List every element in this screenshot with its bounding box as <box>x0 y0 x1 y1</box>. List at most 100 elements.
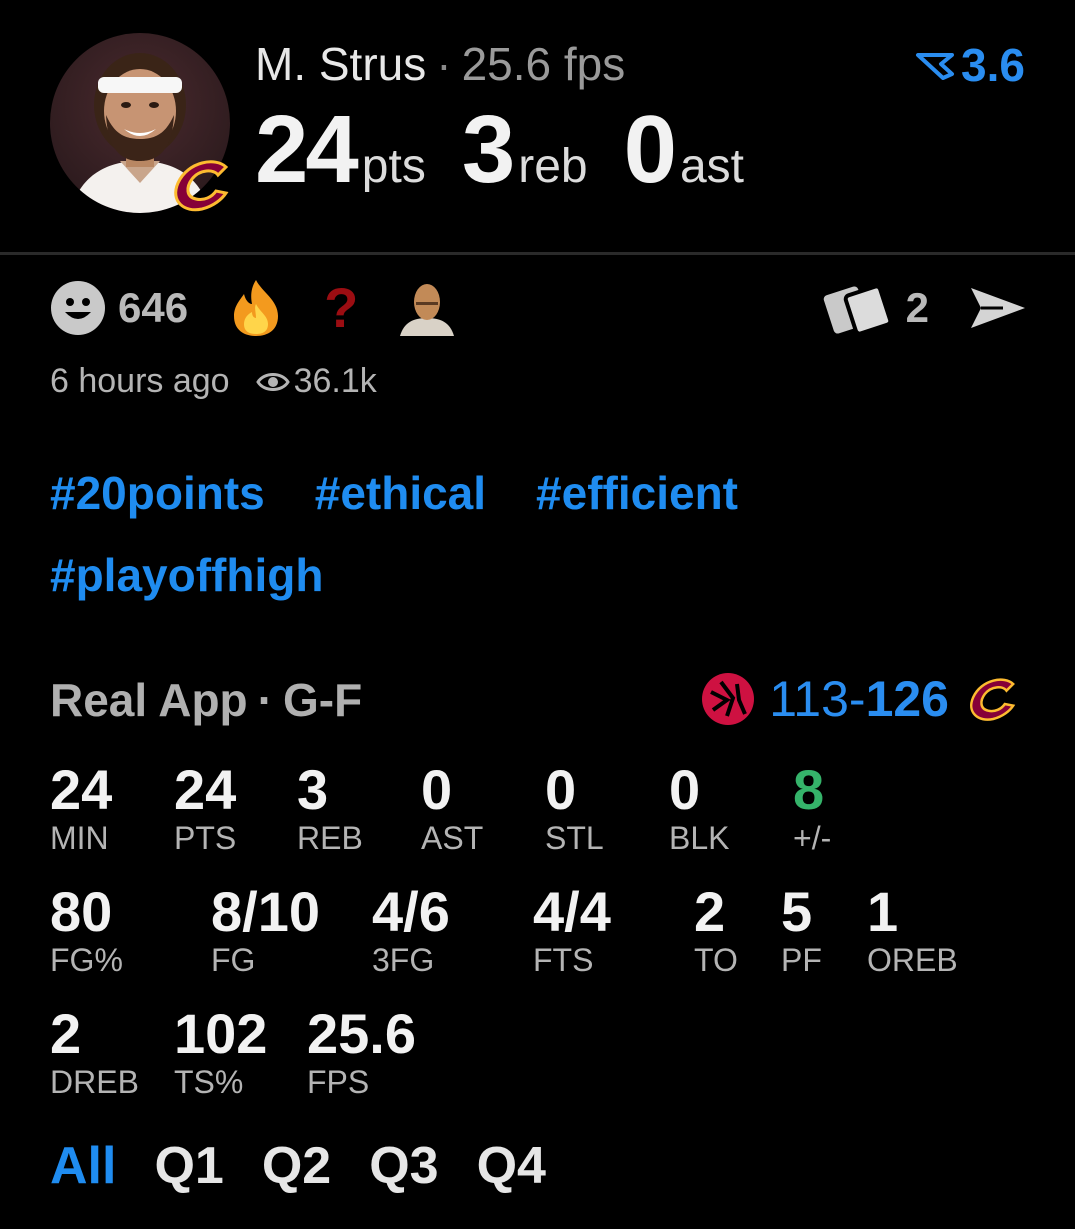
hashtag-link[interactable]: #20points <box>50 468 265 518</box>
stat-label: FTS <box>533 942 594 978</box>
stat-label: REB <box>297 820 363 856</box>
question-mark-icon[interactable]: ? <box>324 280 358 336</box>
stat-label: OREB <box>867 942 958 978</box>
stat-value: 24 <box>174 758 237 821</box>
repost-count: 2 <box>905 284 929 331</box>
eye-icon <box>255 372 290 391</box>
rank-indicator[interactable]: 3.6 <box>915 40 1025 90</box>
period-tabs: All Q1 Q2 Q3 Q4 <box>50 1136 546 1196</box>
headline-rebounds-unit: reb <box>518 140 588 193</box>
tab-all[interactable]: All <box>50 1136 116 1196</box>
headline-assists-value: 0 <box>623 96 677 203</box>
game-score[interactable]: 113-126 <box>697 670 1025 728</box>
stat-label: 3FG <box>372 942 435 978</box>
headline-points-unit: pts <box>361 140 426 193</box>
view-count: 36.1k <box>255 362 377 401</box>
stat-label: FG <box>211 942 256 978</box>
player-name[interactable]: M. Strus <box>255 38 426 90</box>
stat-value: 1 <box>867 880 899 943</box>
score-team: 126 <box>865 671 949 727</box>
header-divider <box>0 252 1075 255</box>
stat-ts-pct: 102 TS% <box>174 1002 268 1101</box>
player-fps: 25.6 fps <box>461 38 626 90</box>
stat-label: PF <box>781 942 822 978</box>
tab-q4[interactable]: Q4 <box>477 1136 546 1196</box>
stat-value: 8 <box>793 758 825 821</box>
stat-value: 8/10 <box>211 880 320 943</box>
cavaliers-logo-icon <box>970 678 1016 721</box>
stat-pf: 5 PF <box>781 880 822 979</box>
score-separator: - <box>848 671 866 727</box>
stat-value: 0 <box>545 758 577 821</box>
separator-dot: · <box>436 38 452 90</box>
stat-label: DREB <box>50 1064 139 1100</box>
tab-q1[interactable]: Q1 <box>154 1136 223 1196</box>
reaction-count: 646 <box>118 284 189 331</box>
stat-value: 102 <box>174 1002 268 1065</box>
repost-icon[interactable] <box>822 280 894 336</box>
headline-stats: 24 pts 3 reb 0 ast <box>255 100 780 200</box>
stat-label: TS% <box>174 1064 244 1100</box>
rank-arrow-icon <box>916 53 955 80</box>
stat-value: 2 <box>694 880 726 943</box>
stat-label: TO <box>694 942 738 978</box>
rank-value: 3.6 <box>961 39 1025 91</box>
cavaliers-logo-icon <box>174 160 229 212</box>
stat-label: PTS <box>174 820 237 856</box>
stat-value: 4/6 <box>372 880 450 943</box>
stat-oreb: 1 OREB <box>867 880 958 979</box>
stat-value: 25.6 <box>307 1002 416 1065</box>
stat-pts: 24 PTS <box>174 758 237 857</box>
player-name-line: M. Strus · 25.6 fps <box>255 38 625 90</box>
hashtag-link[interactable]: #ethical <box>315 468 486 518</box>
view-count-value: 36.1k <box>293 362 377 400</box>
stat-dreb: 2 DREB <box>50 1002 139 1101</box>
stat-to: 2 TO <box>694 880 738 979</box>
hashtag-link[interactable]: #efficient <box>536 468 738 518</box>
stat-label: BLK <box>669 820 730 856</box>
headline-rebounds-value: 3 <box>461 96 515 203</box>
stat-value: 0 <box>421 758 453 821</box>
stat-blk: 0 BLK <box>669 758 730 857</box>
stat-value: 80 <box>50 880 113 943</box>
stat-value: 0 <box>669 758 701 821</box>
stat-value: 3 <box>297 758 329 821</box>
stat-label: STL <box>545 820 604 856</box>
stat-min: 24 MIN <box>50 758 113 857</box>
stat-label: +/- <box>793 820 832 856</box>
stat-fg-pct: 80 FG% <box>50 880 123 979</box>
stat-value: 5 <box>781 880 813 943</box>
headline-points-value: 24 <box>255 96 359 203</box>
smiley-icon[interactable] <box>50 280 106 336</box>
stat-label: AST <box>421 820 484 856</box>
headline-assists-unit: ast <box>679 140 744 193</box>
hashtag-link[interactable]: #playoffhigh <box>50 550 323 600</box>
score-opponent: 113 <box>769 671 849 727</box>
fire-icon[interactable] <box>228 278 284 338</box>
stat-3fg: 4/6 3FG <box>372 880 450 979</box>
stat-fps: 25.6 FPS <box>307 1002 416 1101</box>
source-app[interactable]: Real App <box>50 674 248 726</box>
stat-stl: 0 STL <box>545 758 604 857</box>
tab-q3[interactable]: Q3 <box>369 1136 438 1196</box>
stat-label: FG% <box>50 942 123 978</box>
stat-reb: 3 REB <box>297 758 363 857</box>
stat-value: 2 <box>50 1002 82 1065</box>
post-meta: 6 hours ago 36.1k <box>50 362 377 401</box>
share-area: 2 <box>822 278 1027 338</box>
stat-fg: 8/10 FG <box>211 880 320 979</box>
stat-value: 4/4 <box>533 880 611 943</box>
player-position: G-F <box>282 674 363 726</box>
tab-q2[interactable]: Q2 <box>262 1136 331 1196</box>
stat-label: MIN <box>50 820 109 856</box>
hashtag-list: #20points #ethical #efficient #playoffhi… <box>50 468 850 600</box>
send-icon[interactable] <box>969 284 1027 332</box>
stat-label: FPS <box>307 1064 370 1100</box>
meme-face-icon[interactable] <box>398 280 456 336</box>
stat-source: Real App · G-F <box>50 674 362 726</box>
stat-ast: 0 AST <box>421 758 484 857</box>
reactions-bar: 646 ? <box>50 278 496 338</box>
stat-plus-minus: 8 +/- <box>793 758 832 857</box>
stat-fts: 4/4 FTS <box>533 880 611 979</box>
stat-value: 24 <box>50 758 113 821</box>
